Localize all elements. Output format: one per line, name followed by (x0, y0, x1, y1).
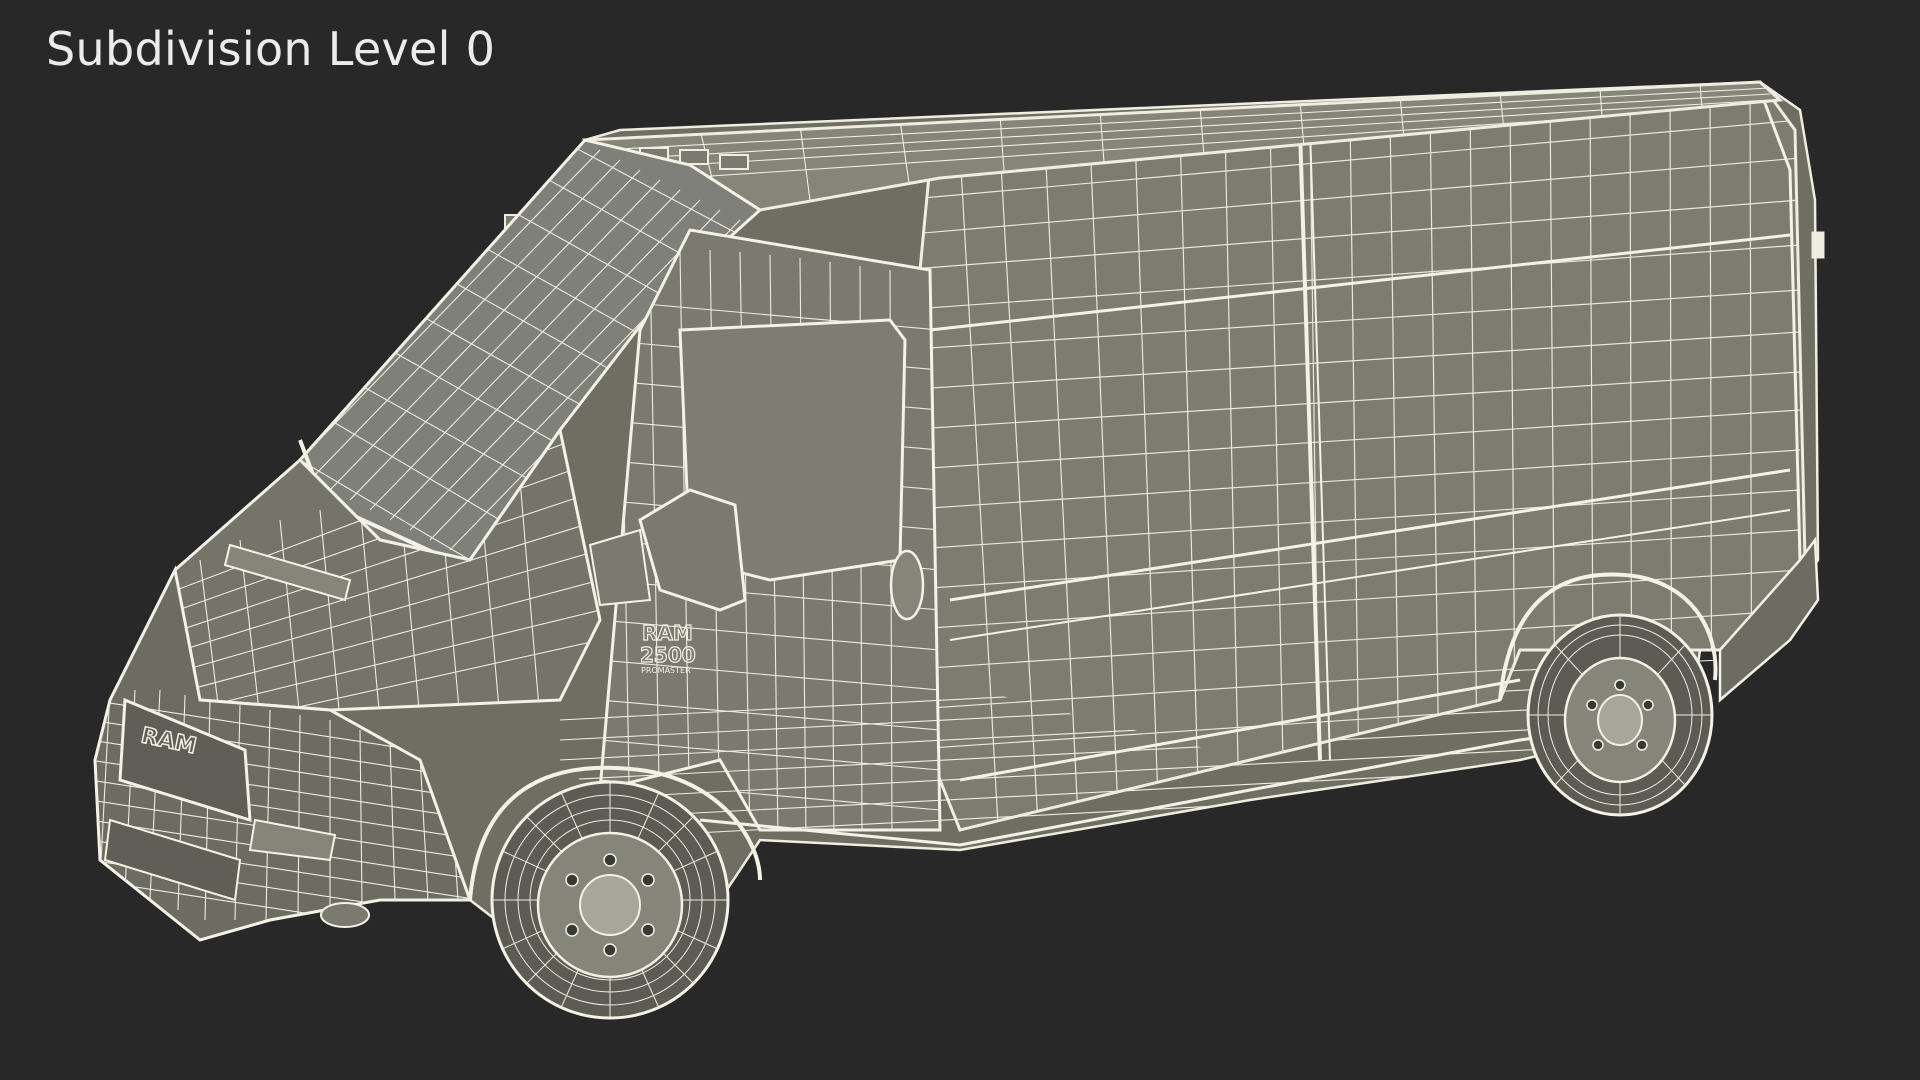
front-wheel (490, 780, 730, 1020)
side-badge-number: 2500 (640, 643, 696, 667)
side-badge-model: RAM (642, 621, 693, 645)
side-badge-line: PROMASTER (641, 666, 691, 675)
van-wireframe-render: RAM 2500 PROMASTER RAM (93, 80, 1825, 1020)
side-badge: RAM 2500 PROMASTER (639, 620, 696, 675)
subdivision-level-label: Subdivision Level 0 (46, 22, 496, 76)
render-viewport: RAM 2500 PROMASTER RAM Subdivision Level… (0, 0, 1920, 1080)
rear-wheel (1526, 613, 1714, 817)
